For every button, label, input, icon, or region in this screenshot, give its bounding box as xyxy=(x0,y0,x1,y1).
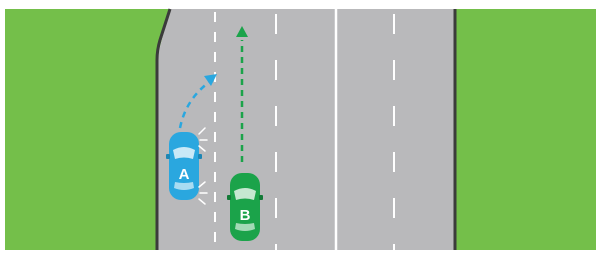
car-b-rear-window xyxy=(235,223,255,231)
road-surface xyxy=(157,9,455,250)
car-b-mirror-left xyxy=(227,195,231,200)
car-a-label: A xyxy=(179,166,190,183)
grass-left xyxy=(5,9,170,250)
car-b-mirror-right xyxy=(259,195,263,200)
car-a-windshield xyxy=(173,147,195,159)
grass-right xyxy=(455,9,596,250)
car-b-label: B xyxy=(240,207,251,224)
car-a-mirror-right xyxy=(198,154,202,159)
car-a-mirror-left xyxy=(166,154,170,159)
car-b: B xyxy=(227,173,263,241)
car-a-rear-window xyxy=(174,182,194,190)
road-diagram: A B xyxy=(0,0,601,253)
car-b-windshield xyxy=(234,188,256,200)
car-a: A xyxy=(166,132,202,200)
